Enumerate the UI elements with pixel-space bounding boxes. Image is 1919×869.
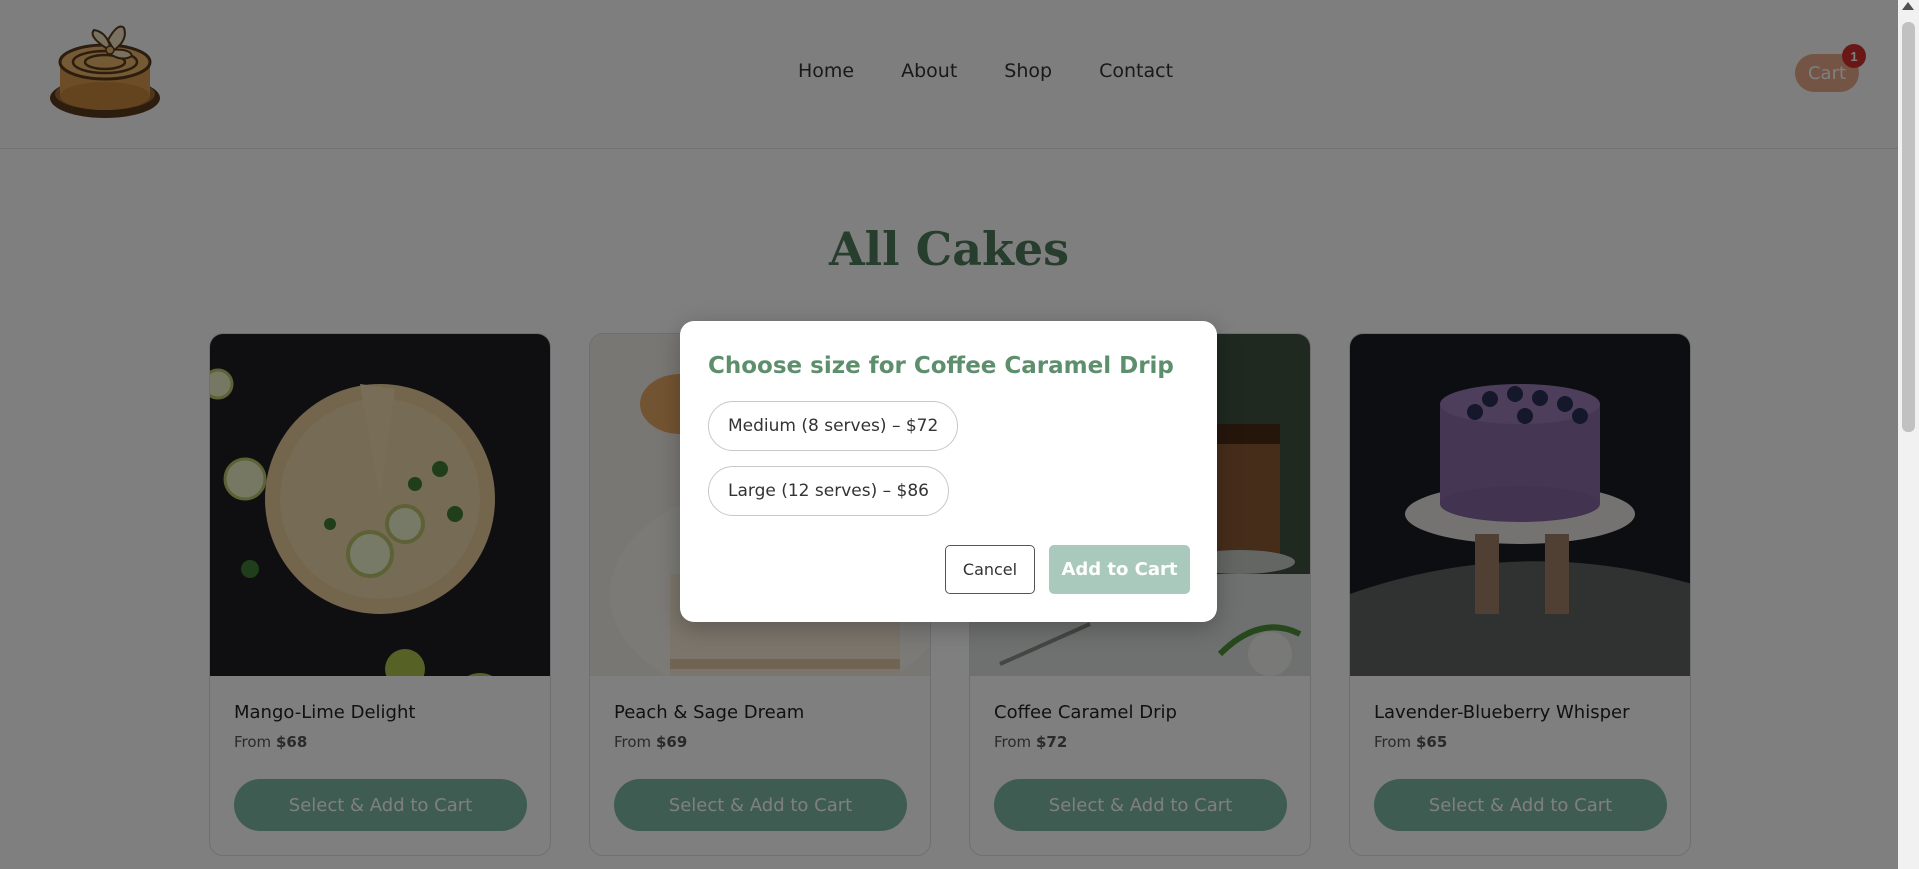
- modal-title: Choose size for Coffee Caramel Drip: [708, 353, 1174, 379]
- cancel-button[interactable]: Cancel: [945, 545, 1035, 594]
- scroll-up-arrow-icon[interactable]: [1902, 2, 1914, 10]
- size-selection-modal: Choose size for Coffee Caramel Drip Medi…: [680, 321, 1217, 622]
- size-option-large[interactable]: Large (12 serves) – $86: [708, 466, 949, 516]
- add-to-cart-button[interactable]: Add to Cart: [1049, 545, 1190, 594]
- size-option-medium[interactable]: Medium (8 serves) – $72: [708, 401, 959, 451]
- scrollbar-thumb[interactable]: [1902, 22, 1915, 432]
- page-scrollbar[interactable]: [1898, 0, 1919, 869]
